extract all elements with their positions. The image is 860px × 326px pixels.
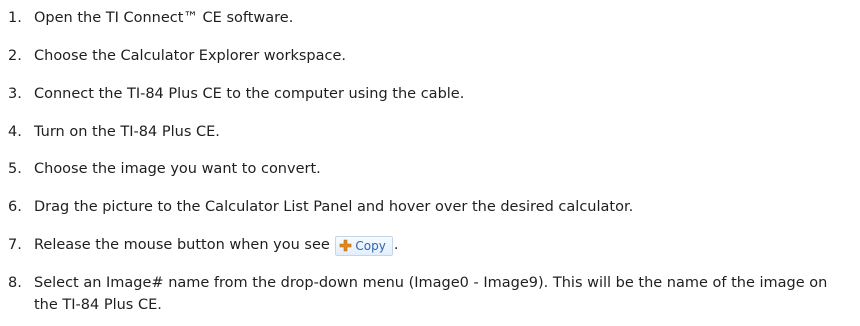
step-7: 7. Release the mouse button when you see …: [8, 234, 848, 256]
step-text: Choose the Calculator Explorer workspace…: [34, 48, 347, 64]
step-text-before: Release the mouse button when you see: [34, 237, 335, 253]
step-text: Turn on the TI-84 Plus CE.: [34, 124, 220, 140]
step-2: 2. Choose the Calculator Explorer workspa…: [8, 45, 848, 67]
step-4: 4. Turn on the TI-84 Plus CE.: [8, 121, 848, 143]
instructions-document: 1. Open the TI Connect™ CE software. 2. Ch…: [0, 0, 860, 326]
step-text: Open the TI Connect™ CE software.: [34, 10, 294, 26]
step-3: 3. Connect the TI-84 Plus CE to the compu…: [8, 83, 848, 105]
copy-badge: Copy: [335, 235, 393, 256]
step-number: 5.: [8, 161, 22, 177]
step-8: 8. Select an Image# name from the drop-do…: [8, 272, 848, 316]
step-text: Drag the picture to the Calculator List …: [34, 199, 634, 215]
step-text: Select an Image# name from the drop-down…: [34, 275, 828, 313]
step-number: 1.: [8, 10, 22, 26]
step-text: Connect the TI-84 Plus CE to the compute…: [34, 86, 465, 102]
step-6: 6. Drag the picture to the Calculator Lis…: [8, 196, 848, 218]
step-text-after: .: [393, 237, 399, 253]
step-number: 7.: [8, 237, 22, 253]
step-number: 3.: [8, 86, 22, 102]
step-text: Choose the image you want to convert.: [34, 161, 321, 177]
copy-badge-label: Copy: [355, 238, 386, 253]
step-1: 1. Open the TI Connect™ CE software.: [8, 7, 848, 29]
step-number: 2.: [8, 48, 22, 64]
step-number: 6.: [8, 199, 22, 215]
step-number: 8.: [8, 275, 22, 291]
plus-icon: [340, 239, 352, 252]
step-5: 5. Choose the image you want to convert.: [8, 158, 848, 180]
step-number: 4.: [8, 124, 22, 140]
